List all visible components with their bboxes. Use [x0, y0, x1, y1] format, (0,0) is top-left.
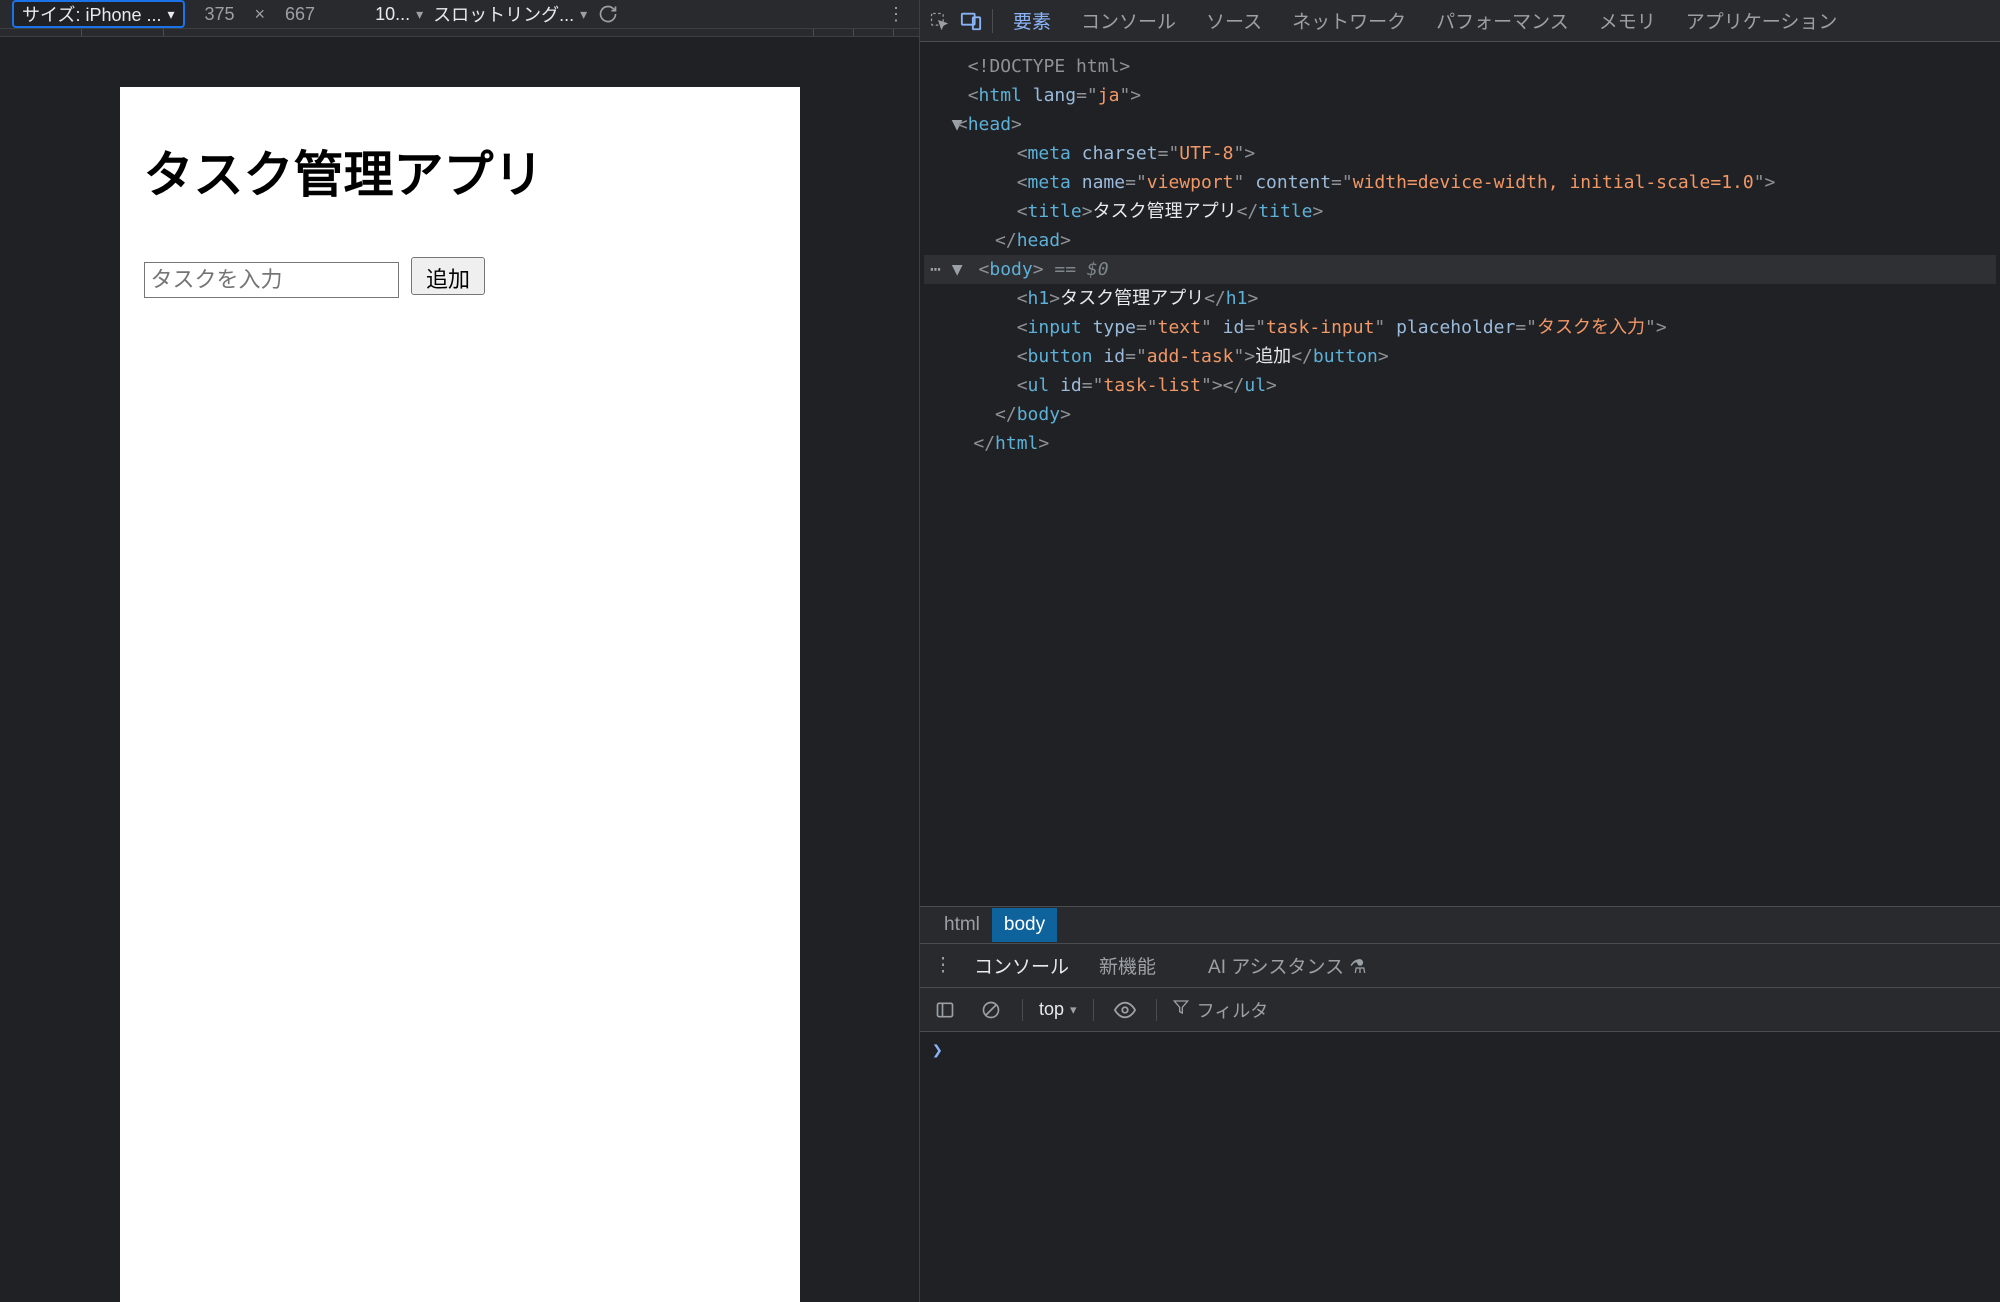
- more-icon[interactable]: ⋮: [885, 3, 907, 25]
- width-input[interactable]: 375: [195, 4, 245, 25]
- tree-ul[interactable]: <ul id="task-list"></ul>: [924, 371, 1996, 400]
- crumb-body[interactable]: body: [992, 908, 1057, 942]
- drawer-tabs: ⋮ コンソール 新機能 AI アシスタンス ⚗: [920, 944, 2000, 988]
- tree-meta-charset[interactable]: <meta charset="UTF-8">: [924, 139, 1996, 168]
- tree-button[interactable]: <button id="add-task">追加</button>: [924, 342, 1996, 371]
- context-select[interactable]: top: [1039, 999, 1077, 1020]
- console-body[interactable]: ❯: [920, 1032, 2000, 1302]
- tab-console[interactable]: コンソール: [1067, 0, 1190, 42]
- tree-head-open[interactable]: ▼ <head>: [924, 110, 1996, 139]
- tree-html-close[interactable]: </html>: [924, 429, 1996, 458]
- tree-doctype[interactable]: <!DOCTYPE html>: [924, 52, 1996, 81]
- preview-area: タスク管理アプリ 追加: [0, 37, 919, 1302]
- console-drawer: ⋮ コンソール 新機能 AI アシスタンス ⚗ top: [920, 944, 2000, 1302]
- filter-placeholder: フィルタ: [1197, 997, 1269, 1023]
- app-title: タスク管理アプリ: [144, 135, 776, 207]
- filter-icon: [1173, 999, 1189, 1020]
- zoom-select[interactable]: 10...: [375, 4, 423, 25]
- inspect-icon[interactable]: [924, 6, 954, 36]
- tree-meta-viewport[interactable]: <meta name="viewport" content="width=dev…: [924, 168, 1996, 197]
- clear-console-icon[interactable]: [976, 995, 1006, 1025]
- device-select[interactable]: サイズ: iPhone ...: [12, 0, 185, 28]
- ruler-bar: [0, 29, 919, 37]
- rotate-icon[interactable]: [597, 3, 619, 25]
- device-preview-panel: サイズ: iPhone ... 375 × 667 10... スロットリング.…: [0, 0, 920, 1302]
- devtools-tabs: 要素 コンソール ソース ネットワーク パフォーマンス メモリ アプリケーション: [920, 0, 2000, 42]
- live-expression-icon[interactable]: [1110, 995, 1140, 1025]
- drawer-tab-whatsnew[interactable]: 新機能: [1085, 943, 1170, 988]
- sidebar-toggle-icon[interactable]: [930, 995, 960, 1025]
- tree-h1[interactable]: <h1>タスク管理アプリ</h1>: [924, 284, 1996, 313]
- device-mode-icon[interactable]: [956, 6, 986, 36]
- tab-elements[interactable]: 要素: [999, 0, 1065, 44]
- height-input[interactable]: 667: [275, 4, 325, 25]
- throttling-select[interactable]: スロットリング...: [433, 1, 587, 27]
- tree-html[interactable]: <html lang="ja">: [924, 81, 1996, 110]
- tree-body-close[interactable]: </body>: [924, 400, 1996, 429]
- tab-performance[interactable]: パフォーマンス: [1422, 0, 1583, 42]
- drawer-more-icon[interactable]: ⋮: [928, 951, 958, 981]
- device-select-label: サイズ: iPhone ...: [22, 1, 162, 27]
- device-frame: タスク管理アプリ 追加: [120, 87, 800, 1302]
- tree-body-open[interactable]: ⋯ ▼ <body> == $0: [924, 255, 1996, 284]
- tab-application[interactable]: アプリケーション: [1672, 0, 1852, 42]
- tree-title[interactable]: <title>タスク管理アプリ</title>: [924, 197, 1996, 226]
- devtools-panel: 要素 コンソール ソース ネットワーク パフォーマンス メモリ アプリケーション…: [920, 0, 2000, 1302]
- zoom-label: 10...: [375, 4, 410, 25]
- add-task-button[interactable]: 追加: [411, 257, 485, 295]
- elements-tree[interactable]: <!DOCTYPE html> <html lang="ja"> ▼ <head…: [920, 42, 2000, 906]
- tree-input[interactable]: <input type="text" id="task-input" place…: [924, 313, 1996, 342]
- console-prompt: ❯: [932, 1040, 943, 1061]
- task-input[interactable]: [144, 262, 399, 298]
- tab-memory[interactable]: メモリ: [1585, 0, 1670, 42]
- tree-head-close[interactable]: </head>: [924, 226, 1996, 255]
- drawer-tab-ai[interactable]: AI アシスタンス ⚗: [1194, 943, 1380, 988]
- dim-x: ×: [255, 4, 266, 25]
- drawer-toolbar: top フィルタ: [920, 988, 2000, 1032]
- crumb-html[interactable]: html: [932, 908, 992, 942]
- tab-network[interactable]: ネットワーク: [1278, 0, 1420, 42]
- elements-breadcrumb: html body: [920, 906, 2000, 944]
- throttling-label: スロットリング...: [433, 1, 574, 27]
- context-label: top: [1039, 999, 1064, 1020]
- device-toolbar: サイズ: iPhone ... 375 × 667 10... スロットリング.…: [0, 0, 919, 29]
- drawer-tab-console[interactable]: コンソール: [960, 943, 1083, 990]
- filter-input[interactable]: フィルタ: [1173, 997, 1269, 1023]
- tab-sources[interactable]: ソース: [1192, 0, 1276, 42]
